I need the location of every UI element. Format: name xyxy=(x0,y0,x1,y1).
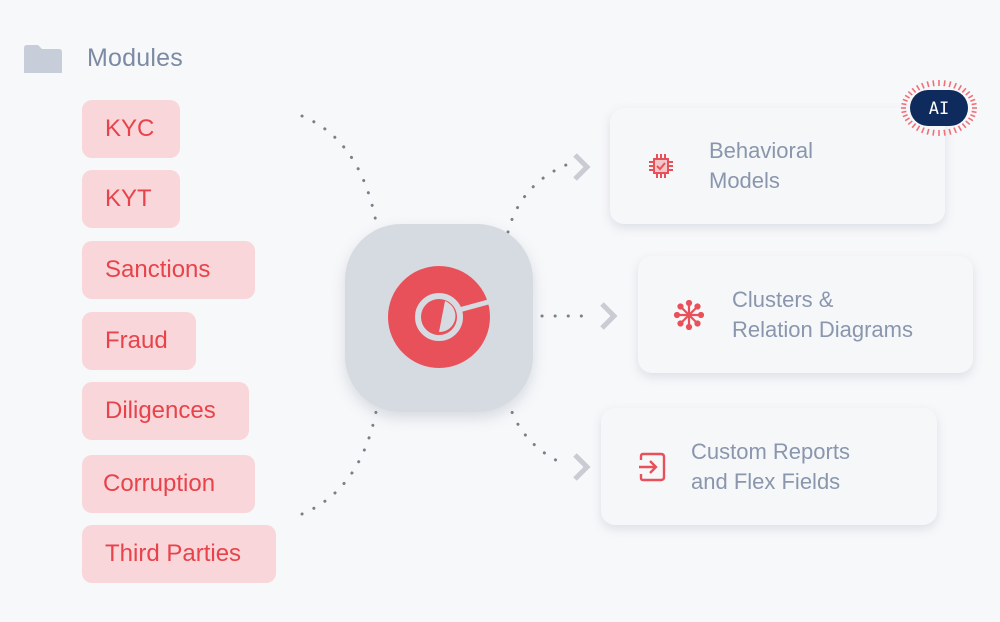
badge-ray xyxy=(953,127,957,134)
badge-ray xyxy=(901,102,907,106)
card-label: Clusters & Relation Diagrams xyxy=(732,286,913,342)
badge-ray xyxy=(948,81,952,88)
badge-ray xyxy=(948,128,952,135)
badge-ray xyxy=(961,87,967,93)
module-label: KYT xyxy=(105,185,152,212)
badge-ray xyxy=(932,80,935,87)
ai-badge: AI xyxy=(901,80,977,136)
badge-ray xyxy=(965,90,971,96)
ai-badge-label: AI xyxy=(929,99,949,119)
badge-ray xyxy=(971,110,977,114)
connector-modules-bottom xyxy=(300,410,378,516)
badge-ray xyxy=(902,114,908,118)
arrow-1-icon xyxy=(573,153,591,181)
badge-ray xyxy=(961,123,967,129)
badge-ray xyxy=(957,84,963,91)
module-label: Corruption xyxy=(103,470,216,497)
badge-ray xyxy=(943,129,946,136)
badge-ray xyxy=(957,125,963,132)
module-third-parties[interactable]: Third Parties xyxy=(82,525,276,583)
card-label: Custom Reports and Flex Fields xyxy=(691,438,850,494)
badge-ray xyxy=(967,94,974,99)
badge-ray xyxy=(907,120,913,126)
badge-ray xyxy=(967,117,974,122)
badge-ray xyxy=(902,98,908,102)
module-label: KYC xyxy=(105,115,155,142)
modules-header: Modules xyxy=(24,44,183,73)
badge-ray xyxy=(970,114,976,118)
module-corruption[interactable]: Corruption xyxy=(82,455,255,513)
badge-ray xyxy=(926,128,930,135)
modules-title: Modules xyxy=(87,44,183,72)
module-label: Third Parties xyxy=(105,540,242,567)
badge-ray xyxy=(943,80,946,87)
module-sanctions[interactable]: Sanctions xyxy=(82,241,255,299)
badge-ray xyxy=(926,81,930,88)
output-card-custom-reports[interactable]: Custom Reports and Flex Fields xyxy=(601,408,937,525)
badge-ray xyxy=(911,87,917,93)
card-label: Behavioral Models xyxy=(709,138,813,193)
badge-ray xyxy=(921,127,925,134)
module-diligences[interactable]: Diligences xyxy=(82,382,249,440)
badge-ray xyxy=(932,129,935,136)
cluster-icon xyxy=(674,299,704,330)
arrow-2-icon xyxy=(600,302,618,330)
module-label: Fraud xyxy=(105,327,168,354)
badge-ray xyxy=(911,123,917,129)
search-logo-icon xyxy=(388,266,493,368)
central-hub xyxy=(345,224,533,412)
badge-ray xyxy=(915,84,921,91)
badge-ray xyxy=(921,82,925,89)
badge-ray xyxy=(904,117,911,122)
badge-ray xyxy=(953,82,957,89)
badge-ray xyxy=(904,94,911,99)
module-kyt[interactable]: KYT xyxy=(82,170,180,228)
module-label: Sanctions xyxy=(105,256,211,283)
badge-ray xyxy=(915,125,921,132)
badge-ray xyxy=(907,90,913,96)
output-card-clusters[interactable]: Clusters & Relation Diagrams xyxy=(638,256,973,373)
badge-ray xyxy=(901,110,907,114)
connector-modules-top xyxy=(300,114,378,224)
module-label: Diligences xyxy=(105,397,216,424)
arrow-3-icon xyxy=(573,453,591,481)
badge-ray xyxy=(965,120,971,126)
module-kyc[interactable]: KYC xyxy=(82,100,180,158)
connector-output-1 xyxy=(506,163,568,234)
module-fraud[interactable]: Fraud xyxy=(82,312,196,370)
output-card-behavioral-models[interactable]: Behavioral Models xyxy=(610,108,945,224)
badge-ray xyxy=(971,102,977,106)
folder-icon xyxy=(24,44,62,73)
import-icon xyxy=(639,452,666,481)
chip-check-icon xyxy=(649,154,673,178)
badge-ray xyxy=(970,98,976,102)
